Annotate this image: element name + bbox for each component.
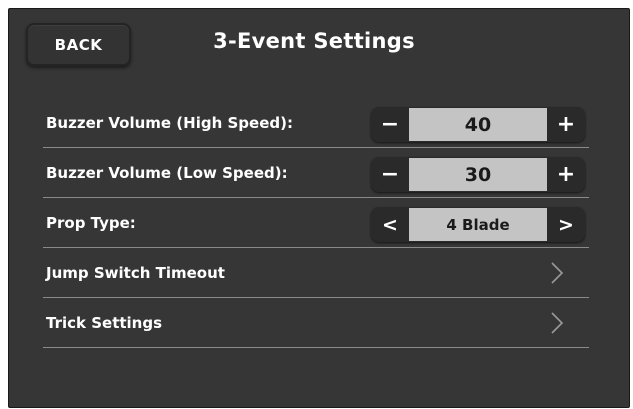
buzzer-low-stepper: − 30 + <box>371 157 585 192</box>
prop-type-selector: < 4 Blade > <box>371 207 585 242</box>
settings-screen: BACK 3-Event Settings Buzzer Volume (Hig… <box>8 8 630 408</box>
minus-icon: − <box>380 112 400 137</box>
chevron-left-icon: < <box>382 213 398 236</box>
buzzer-low-increment-button[interactable]: + <box>547 157 585 192</box>
buzzer-low-decrement-button[interactable]: − <box>371 157 409 192</box>
buzzer-high-value: 40 <box>409 108 547 141</box>
setting-row-trick-settings[interactable]: Trick Settings <box>43 298 589 348</box>
buzzer-high-decrement-button[interactable]: − <box>371 107 409 142</box>
prop-type-prev-button[interactable]: < <box>371 207 409 242</box>
minus-icon: − <box>380 162 400 187</box>
setting-row-prop-type: Prop Type: < 4 Blade > <box>43 198 589 248</box>
plus-icon: + <box>556 112 576 137</box>
buzzer-low-label: Buzzer Volume (Low Speed): <box>46 163 288 182</box>
jump-switch-timeout-label: Jump Switch Timeout <box>46 263 225 282</box>
setting-row-buzzer-low: Buzzer Volume (Low Speed): − 30 + <box>43 148 589 198</box>
prop-type-label: Prop Type: <box>46 213 136 232</box>
setting-row-buzzer-high: Buzzer Volume (High Speed): − 40 + <box>43 98 589 148</box>
buzzer-high-label: Buzzer Volume (High Speed): <box>46 113 293 132</box>
page-title: 3-Event Settings <box>213 29 415 53</box>
prop-type-value: 4 Blade <box>409 208 547 241</box>
chevron-right-icon[interactable] <box>547 311 567 335</box>
buzzer-high-increment-button[interactable]: + <box>547 107 585 142</box>
chevron-right-icon: > <box>558 213 574 236</box>
buzzer-high-stepper: − 40 + <box>371 107 585 142</box>
setting-row-jump-switch-timeout[interactable]: Jump Switch Timeout <box>43 248 589 298</box>
trick-settings-label: Trick Settings <box>46 313 163 332</box>
buzzer-low-value: 30 <box>409 158 547 191</box>
plus-icon: + <box>556 162 576 187</box>
prop-type-next-button[interactable]: > <box>547 207 585 242</box>
chevron-right-icon[interactable] <box>547 261 567 285</box>
